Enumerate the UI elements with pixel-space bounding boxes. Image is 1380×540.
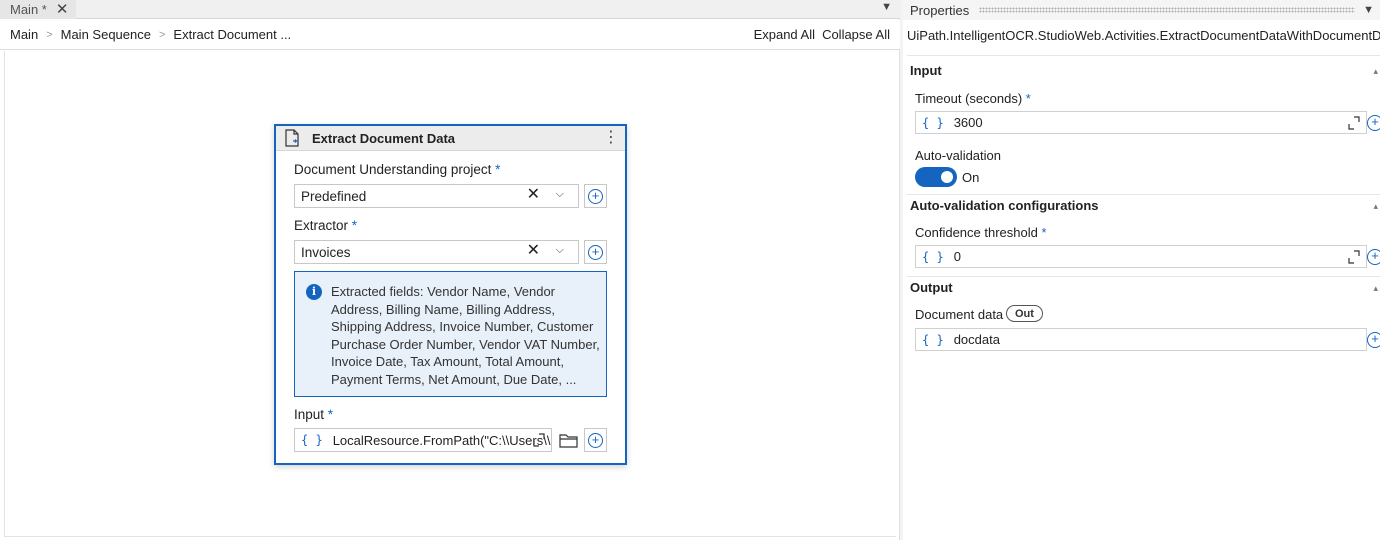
expand-icon[interactable] [1348,116,1360,130]
expand-icon[interactable] [533,433,545,447]
info-icon: i [306,284,322,300]
out-badge: Out [1006,305,1043,322]
timeout-field[interactable]: { } 3600 [915,111,1367,134]
input-label-text: Input [294,407,325,422]
auto-validation-label: Auto-validation [915,148,1001,163]
extractor-select[interactable]: Invoices ✕ ⌵ [294,240,579,264]
document-data-value: docdata [953,332,1000,347]
more-vert-icon[interactable]: ⋮ [603,130,619,146]
section-output[interactable]: Output [910,280,953,295]
expand-all-button[interactable]: Expand All [754,27,815,42]
project-value: Predefined [301,188,367,204]
chevron-down-icon[interactable]: ⌵ [556,244,564,257]
chevron-down-icon[interactable]: ▼ [881,1,892,13]
extracted-fields-info: i Extracted fields: Vendor Name, Vendor … [294,271,607,397]
input-add-button[interactable]: + [584,428,607,452]
properties-title: Properties [910,2,970,18]
plus-circle-icon[interactable]: + [1367,115,1380,131]
project-add-button[interactable]: + [584,184,607,208]
input-label: Input * [294,407,334,422]
extractor-value: Invoices [301,244,351,260]
activity-title: Extract Document Data [312,130,456,146]
divider [907,55,1380,56]
tab-main[interactable]: Main * ✕ [0,0,77,19]
chevron-down-icon[interactable]: ⌵ [556,188,564,201]
input-field[interactable]: { } LocalResource.FromPath("C:\\Users\\ [294,428,552,452]
document-icon [285,129,299,147]
collapse-all-button[interactable]: Collapse All [822,27,890,42]
confidence-value: 0 [953,249,961,264]
extract-document-data-activity[interactable]: Extract Document Data ⋮ Document Underst… [274,124,627,465]
breadcrumb-item-main[interactable]: Main [10,27,38,42]
toggle-knob [941,171,953,183]
extracted-fields-text: Extracted fields: Vendor Name, Vendor Ad… [331,284,600,387]
braces-icon[interactable]: { } [922,116,944,130]
document-data-label: Document data [915,307,1004,322]
section-input[interactable]: Input [910,63,942,78]
drag-handle[interactable] [979,7,1356,13]
plus-circle-icon: + [588,188,603,204]
properties-header: Properties ▼ [903,0,1380,20]
project-label-text: Document Understanding project [294,162,492,177]
activity-class-name: UiPath.IntelligentOCR.StudioWeb.Activiti… [907,28,1380,43]
chevron-right-icon: > [46,28,53,41]
tab-bar: Main * ✕ ▼ [0,0,900,19]
project-select[interactable]: Predefined ✕ ⌵ [294,184,579,208]
confidence-label-text: Confidence threshold [915,225,1038,240]
plus-circle-icon: + [588,432,603,448]
project-label: Document Understanding project * [294,162,501,177]
collapse-icon[interactable]: ▴ [1373,283,1378,294]
timeout-label-text: Timeout (seconds) [915,91,1023,106]
section-auto-validation-configurations[interactable]: Auto-validation configurations [910,198,1099,213]
tab-main-label: Main * [10,2,47,17]
breadcrumb-item-extract-document[interactable]: Extract Document ... [173,27,291,42]
braces-icon[interactable]: { } [301,433,323,447]
designer-panel: Main * ✕ ▼ Main > Main Sequence > Extrac… [0,0,900,540]
braces-icon[interactable]: { } [922,250,944,264]
plus-circle-icon[interactable]: + [1367,249,1380,265]
chevron-right-icon: > [158,28,166,41]
braces-icon[interactable]: { } [922,333,944,347]
breadcrumb: Main > Main Sequence > Extract Document … [0,20,900,50]
timeout-label: Timeout (seconds) * [915,91,1031,106]
confidence-field[interactable]: { } 0 [915,245,1367,268]
activity-header[interactable]: Extract Document Data ⋮ [276,126,625,151]
clear-icon[interactable]: ✕ [527,243,540,259]
extractor-label-text: Extractor [294,218,349,233]
input-value: LocalResource.FromPath("C:\\Users\\ [332,432,551,448]
folder-icon[interactable] [557,428,579,452]
collapse-icon[interactable]: ▴ [1373,66,1378,77]
confidence-label: Confidence threshold * [915,225,1047,240]
close-icon[interactable]: ✕ [56,2,69,17]
expand-icon[interactable] [1348,250,1360,264]
timeout-value: 3600 [953,115,983,130]
extractor-add-button[interactable]: + [584,240,607,264]
auto-validation-toggle[interactable] [915,167,957,187]
divider [907,194,1380,195]
extractor-label: Extractor * [294,218,358,233]
plus-circle-icon[interactable]: + [1367,332,1380,348]
breadcrumb-item-main-sequence[interactable]: Main Sequence [61,27,151,42]
collapse-icon[interactable]: ▴ [1373,201,1378,212]
properties-panel: Properties ▼ UiPath.IntelligentOCR.Studi… [903,0,1380,540]
divider [907,276,1380,277]
document-data-field[interactable]: { } docdata [915,328,1367,351]
auto-validation-state: On [962,170,980,185]
chevron-down-icon[interactable]: ▼ [1363,4,1374,16]
plus-circle-icon: + [588,244,603,260]
clear-icon[interactable]: ✕ [527,187,540,203]
